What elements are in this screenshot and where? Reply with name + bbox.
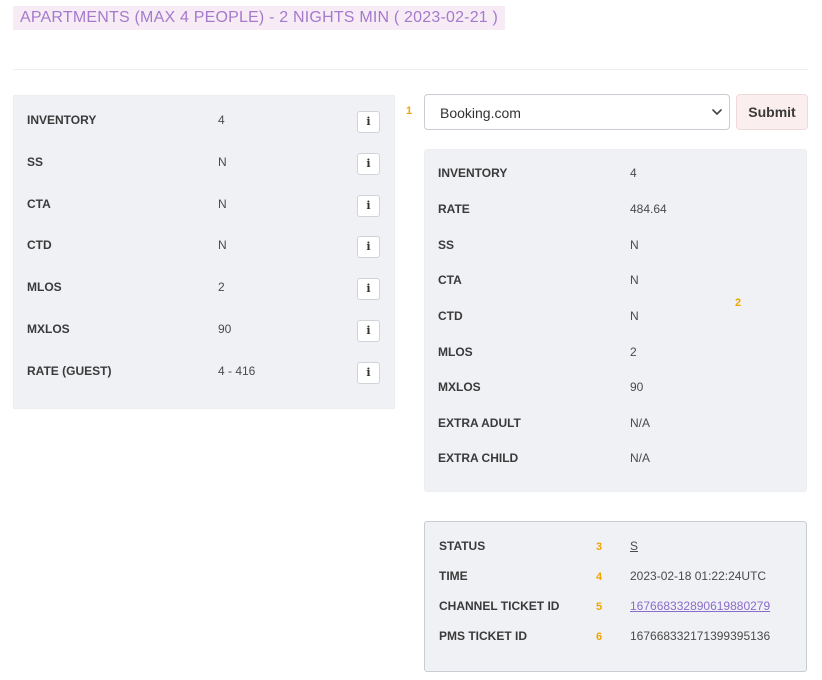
row-value: N bbox=[630, 238, 639, 252]
row-value: 484.64 bbox=[630, 202, 667, 216]
row-value: N bbox=[218, 155, 227, 169]
row-label: TIME bbox=[439, 569, 468, 583]
page-title: APARTMENTS (MAX 4 PEOPLE) - 2 NIGHTS MIN… bbox=[13, 6, 506, 30]
info-icon[interactable]: i bbox=[357, 111, 380, 133]
row-value: N/A bbox=[630, 416, 651, 430]
channel-select-value: Booking.com bbox=[440, 105, 521, 121]
row-value: N bbox=[218, 238, 227, 252]
restriction-row-mlos: MLOS 2 i bbox=[14, 265, 394, 305]
channel-row-mxlos: MXLOS 90 bbox=[425, 364, 806, 400]
row-value: 2 bbox=[630, 345, 637, 359]
row-label: STATUS bbox=[439, 539, 486, 553]
row-label: CTD bbox=[438, 309, 463, 323]
pms-ticket-value: 167668332171399395136 bbox=[630, 629, 771, 643]
row-label: CTA bbox=[27, 197, 51, 211]
channel-row-ss: SS N bbox=[425, 222, 806, 258]
row-label: SS bbox=[438, 238, 455, 252]
channel-row-cta: CTA N bbox=[425, 257, 806, 293]
channel-row-inventory: INVENTORY 4 bbox=[425, 150, 806, 186]
channel-row-extra-adult: EXTRA ADULT N/A bbox=[425, 400, 806, 436]
info-icon[interactable]: i bbox=[357, 320, 380, 342]
restriction-row-cta: CTA N i bbox=[14, 182, 394, 222]
row-value: N/A bbox=[630, 451, 651, 465]
row-value: 4 - 416 bbox=[218, 364, 256, 378]
channel-row-rate: RATE 484.64 bbox=[425, 186, 806, 222]
channel-row-extra-child: EXTRA CHILD N/A bbox=[425, 435, 806, 471]
channel-row-mlos: MLOS 2 bbox=[425, 329, 806, 365]
row-label: MXLOS bbox=[27, 322, 70, 336]
row-label: MXLOS bbox=[438, 380, 481, 394]
row-label: CHANNEL TICKET ID bbox=[439, 599, 560, 613]
row-label: MLOS bbox=[438, 345, 473, 359]
row-value: 90 bbox=[630, 380, 644, 394]
row-value: 4 bbox=[630, 166, 637, 180]
row-label: RATE bbox=[438, 202, 470, 216]
info-icon[interactable]: i bbox=[357, 153, 380, 175]
status-value-link[interactable]: S bbox=[630, 539, 638, 553]
channel-values-panel: INVENTORY 4 RATE 484.64 SS N CTA N CTD N… bbox=[424, 149, 807, 492]
info-icon[interactable]: i bbox=[357, 278, 380, 300]
step-marker-3: 3 bbox=[596, 541, 603, 553]
row-value: N bbox=[218, 197, 227, 211]
restriction-row-rate-guest: RATE (GUEST) 4 - 416 i bbox=[14, 349, 394, 389]
row-label: MLOS bbox=[27, 280, 62, 294]
pms-ticket-row: PMS TICKET ID 6 167668332171399395136 bbox=[425, 613, 806, 643]
row-value: 90 bbox=[218, 322, 232, 336]
info-icon[interactable]: i bbox=[357, 236, 380, 258]
submit-button[interactable]: Submit bbox=[736, 94, 808, 130]
info-icon[interactable]: i bbox=[357, 195, 380, 217]
restriction-row-inventory: INVENTORY 4 i bbox=[14, 98, 394, 138]
row-value: 2 bbox=[218, 280, 225, 294]
row-value: N bbox=[630, 309, 639, 323]
row-label: RATE (GUEST) bbox=[27, 364, 112, 378]
rate-restrictions-panel: INVENTORY 4 i SS N i CTA N i CTD N i MLO… bbox=[13, 95, 395, 409]
row-label: INVENTORY bbox=[438, 166, 508, 180]
row-value: N bbox=[630, 273, 639, 287]
restriction-row-ss: SS N i bbox=[14, 140, 394, 180]
row-label: PMS TICKET ID bbox=[439, 629, 528, 643]
channel-ticket-row: CHANNEL TICKET ID 5 16766833289061988027… bbox=[425, 583, 806, 613]
divider bbox=[13, 69, 808, 70]
channel-select[interactable]: Booking.com bbox=[424, 94, 730, 130]
step-marker-2: 2 bbox=[735, 297, 742, 309]
step-marker-6: 6 bbox=[596, 631, 603, 643]
channel-ticket-link[interactable]: 167668332890619880279 bbox=[630, 599, 770, 613]
row-label: INVENTORY bbox=[27, 113, 97, 127]
step-marker-1: 1 bbox=[406, 105, 413, 117]
step-marker-4: 4 bbox=[596, 571, 603, 583]
status-row: STATUS 3 S bbox=[425, 523, 806, 553]
row-label: CTA bbox=[438, 273, 462, 287]
channel-row-ctd: CTD N bbox=[425, 293, 806, 329]
row-label: CTD bbox=[27, 238, 52, 252]
info-icon[interactable]: i bbox=[357, 362, 380, 384]
time-row: TIME 4 2023-02-18 01:22:24UTC bbox=[425, 553, 806, 583]
row-label: SS bbox=[27, 155, 44, 169]
row-label: EXTRA ADULT bbox=[438, 416, 521, 430]
chevron-down-icon bbox=[712, 109, 722, 115]
step-marker-5: 5 bbox=[596, 601, 603, 613]
restriction-row-mxlos: MXLOS 90 i bbox=[14, 307, 394, 347]
time-value: 2023-02-18 01:22:24UTC bbox=[630, 569, 767, 583]
row-label: EXTRA CHILD bbox=[438, 451, 519, 465]
row-value: 4 bbox=[218, 113, 225, 127]
restriction-row-ctd: CTD N i bbox=[14, 223, 394, 263]
status-panel: STATUS 3 S TIME 4 2023-02-18 01:22:24UTC… bbox=[424, 521, 807, 672]
